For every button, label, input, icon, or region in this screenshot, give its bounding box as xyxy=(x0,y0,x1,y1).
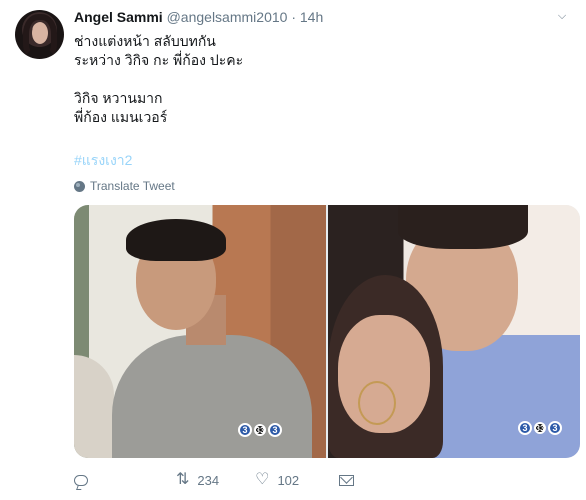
tweet-header: Angel Sammi @angelsammi2010 · 14h xyxy=(74,9,323,29)
channel3-logo: 3 33 3 xyxy=(238,423,282,437)
media-photo-right[interactable]: 3 33 3 xyxy=(328,205,580,458)
media-grid: 3 33 3 3 33 3 xyxy=(74,205,580,458)
tweet-text-line: ช่างแต่งหน้า สลับบทกัน xyxy=(74,33,216,49)
logo-digit: 3 xyxy=(238,423,252,437)
reply-icon xyxy=(74,474,88,486)
header-separator: · xyxy=(291,9,296,25)
photo-figure-shirt xyxy=(112,335,312,458)
like-button[interactable]: ♡ 102 xyxy=(255,472,299,488)
heart-icon: ♡ xyxy=(255,471,270,488)
retweet-button[interactable]: ⇅ 234 xyxy=(176,472,219,488)
author-name[interactable]: Angel Sammi xyxy=(74,9,163,25)
logo-digit: 3 xyxy=(518,421,532,435)
photo-figure-shoulder xyxy=(74,355,114,458)
hashtag-link[interactable]: #แรงเงา2 xyxy=(74,150,132,172)
translate-label: Translate Tweet xyxy=(90,179,175,193)
tweet-text-line: พี่ก้อง แมนเวอร์ xyxy=(74,109,168,125)
globe-icon xyxy=(74,180,85,192)
direct-message-icon xyxy=(339,474,355,486)
like-count: 102 xyxy=(277,472,300,488)
logo-digit: 3 xyxy=(268,423,282,437)
tweet-text: ช่างแต่งหน้า สลับบทกัน ระหว่าง วิกิจ กะ … xyxy=(74,32,564,127)
photo-figure-hair xyxy=(126,219,226,261)
tweet-text-line: วิกิจ หวานมาก xyxy=(74,90,163,106)
photo-figure-hair xyxy=(398,205,528,249)
logo-digit: 3 xyxy=(548,421,562,435)
media-photo-left[interactable]: 3 33 3 xyxy=(74,205,326,458)
retweet-count: 234 xyxy=(197,472,220,488)
reply-button[interactable] xyxy=(74,474,96,486)
direct-message-button[interactable] xyxy=(339,474,355,486)
tweet-timestamp[interactable]: 14h xyxy=(300,9,323,25)
photo-earring xyxy=(358,381,396,425)
avatar-face xyxy=(32,22,48,44)
chevron-down-icon[interactable]: ⌵ xyxy=(554,10,570,22)
tweet-text-line xyxy=(74,70,564,89)
author-handle[interactable]: @angelsammi2010 xyxy=(167,9,288,25)
channel3-logo: 3 33 3 xyxy=(518,421,562,435)
tweet[interactable]: Angel Sammi @angelsammi2010 · 14h ⌵ ช่าง… xyxy=(0,0,586,500)
avatar[interactable] xyxy=(15,10,64,59)
logo-digit: 33 xyxy=(534,422,546,434)
tweet-text-line: ระหว่าง วิกิจ กะ พี่ก้อง ปะคะ xyxy=(74,52,244,68)
retweet-icon: ⇅ xyxy=(176,471,190,488)
tweet-actions: ⇅ 234 ♡ 102 xyxy=(74,470,390,490)
logo-digit: 33 xyxy=(254,424,266,436)
translate-tweet-link[interactable]: Translate Tweet xyxy=(74,179,175,193)
